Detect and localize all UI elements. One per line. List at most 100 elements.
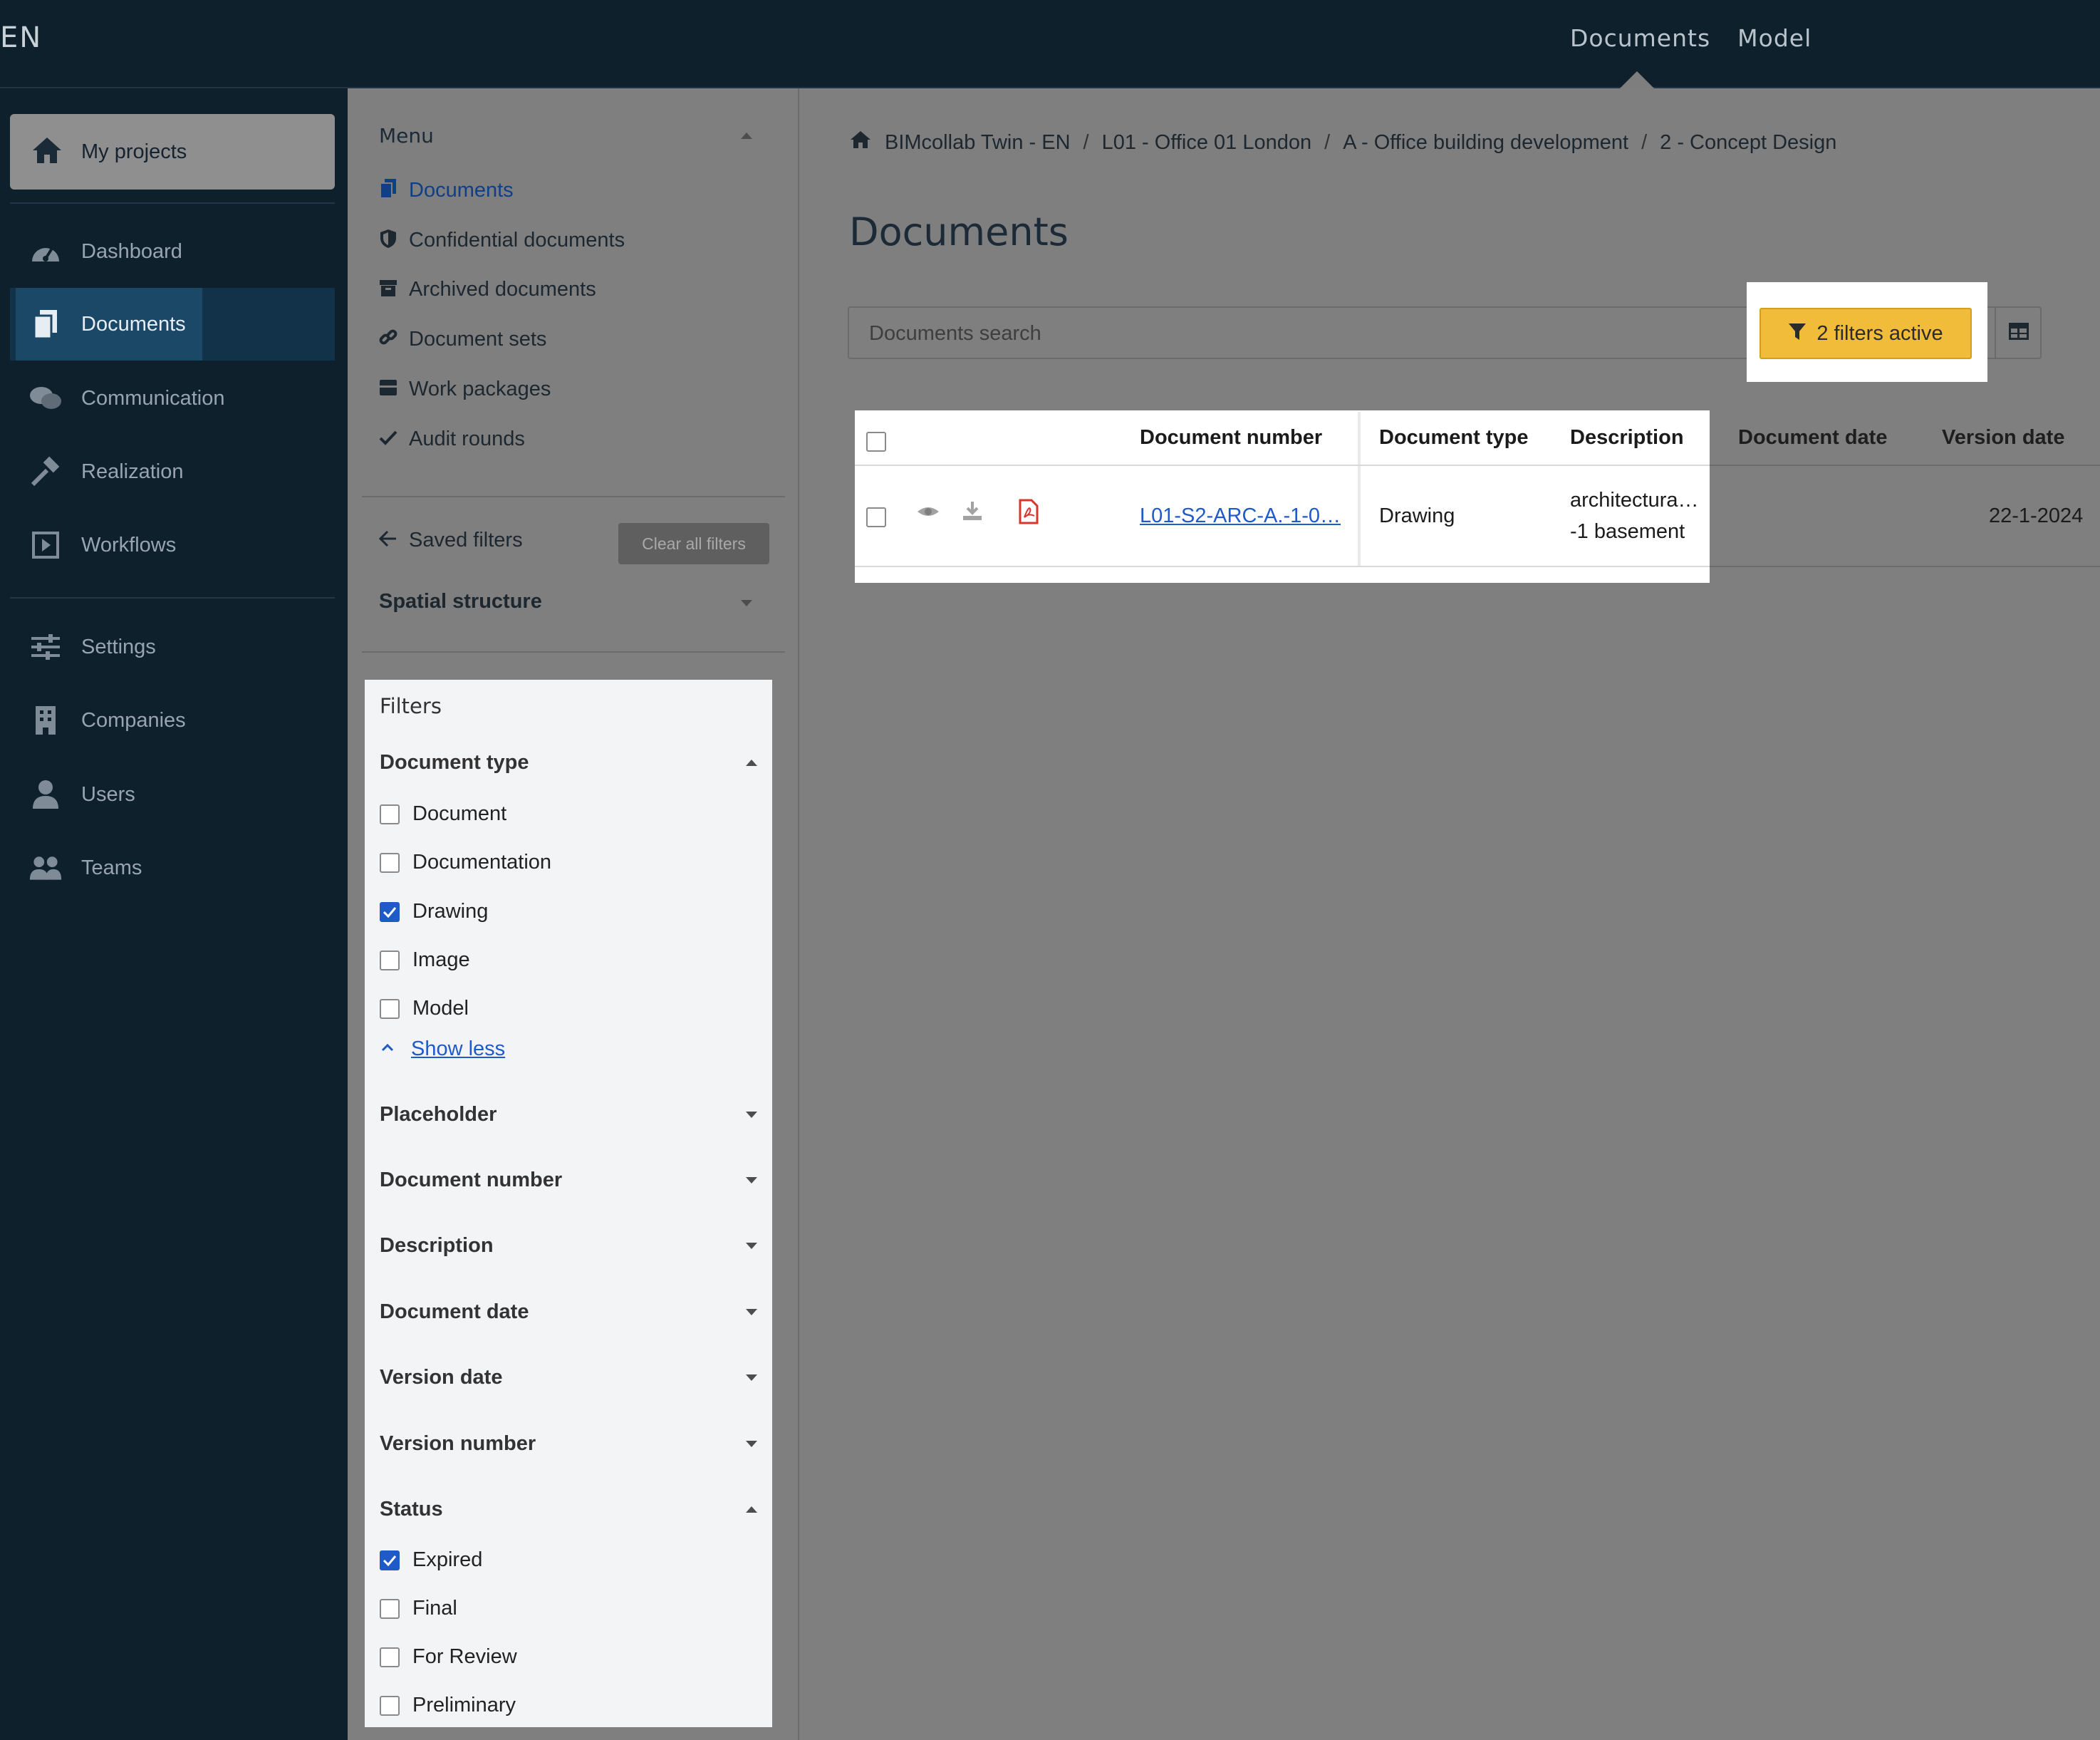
package-icon bbox=[379, 378, 397, 401]
header-divider bbox=[1710, 465, 2100, 466]
filter-option-label: Drawing bbox=[412, 900, 489, 923]
sidebar-item-settings[interactable]: Settings bbox=[10, 611, 335, 683]
home-icon[interactable] bbox=[849, 130, 872, 155]
filter-option-expired[interactable]: Expired bbox=[380, 1548, 482, 1572]
show-less-link[interactable]: Show less bbox=[380, 1037, 505, 1061]
search-placeholder: Documents search bbox=[869, 322, 1041, 345]
description-cell-line1: architectura… bbox=[1570, 489, 1699, 512]
header-divider bbox=[855, 465, 1710, 466]
chevron-up-icon[interactable] bbox=[741, 133, 752, 139]
checkbox[interactable] bbox=[380, 852, 400, 873]
eye-icon[interactable] bbox=[916, 503, 940, 524]
filter-section-document-number[interactable]: Document number bbox=[380, 1169, 757, 1192]
breadcrumb-item[interactable]: A - Office building development bbox=[1343, 131, 1628, 155]
filter-option-document[interactable]: Document bbox=[380, 802, 506, 826]
filter-section-version-number[interactable]: Version number bbox=[380, 1432, 757, 1456]
sidebar-label: Teams bbox=[81, 856, 142, 879]
column-resizer[interactable] bbox=[1358, 412, 1361, 566]
filter-section-label: Description bbox=[380, 1234, 494, 1257]
menu-item-label: Confidential documents bbox=[409, 229, 625, 252]
sidebar-item-communication[interactable]: Communication bbox=[10, 362, 335, 435]
filter-section-placeholder[interactable]: Placeholder bbox=[380, 1103, 757, 1127]
menu-item-work-packages[interactable]: Work packages bbox=[379, 378, 551, 401]
download-icon[interactable] bbox=[962, 500, 983, 525]
filter-option-preliminary[interactable]: Preliminary bbox=[380, 1694, 516, 1717]
nav-divider bbox=[10, 202, 335, 204]
menu-item-audit-rounds[interactable]: Audit rounds bbox=[379, 428, 525, 451]
pdf-file-icon[interactable] bbox=[1019, 499, 1039, 528]
checkbox[interactable] bbox=[380, 950, 400, 970]
menu-item-archived[interactable]: Archived documents bbox=[379, 278, 596, 301]
sidebar-item-workflows[interactable]: Workflows bbox=[10, 509, 335, 581]
filters-active-button[interactable]: 2 filters active bbox=[1759, 308, 1972, 359]
menu-item-label: Work packages bbox=[409, 378, 551, 400]
column-header-document-date[interactable]: Document date bbox=[1738, 426, 1887, 450]
chevron-up-icon bbox=[746, 1506, 757, 1513]
checkbox-checked[interactable] bbox=[380, 1550, 400, 1570]
sidebar-item-realization[interactable]: Realization bbox=[10, 435, 335, 508]
filter-option-for-review[interactable]: For Review bbox=[380, 1645, 517, 1669]
filter-section-label: Placeholder bbox=[380, 1103, 497, 1126]
filter-option-drawing[interactable]: Drawing bbox=[380, 900, 488, 923]
shield-icon bbox=[379, 228, 397, 253]
chevron-down-icon[interactable] bbox=[741, 600, 752, 606]
column-header-document-number[interactable]: Document number bbox=[1140, 426, 1322, 450]
row-checkbox[interactable] bbox=[866, 507, 886, 527]
saved-filters-label: Saved filters bbox=[409, 529, 523, 551]
sidebar-item-dashboard[interactable]: Dashboard bbox=[10, 215, 335, 288]
column-header-version-date[interactable]: Version date bbox=[1942, 426, 2064, 450]
description-cell-line2: -1 basement bbox=[1570, 520, 1685, 543]
table-view-button[interactable] bbox=[1995, 306, 2042, 359]
column-header-document-type[interactable]: Document type bbox=[1379, 426, 1528, 450]
dashboard-icon bbox=[28, 234, 63, 269]
menu-title: Menu bbox=[379, 124, 434, 147]
breadcrumb-item[interactable]: BIMcollab Twin - EN bbox=[885, 131, 1071, 155]
spatial-structure-toggle[interactable]: Spatial structure bbox=[379, 590, 542, 613]
filter-option-documentation[interactable]: Documentation bbox=[380, 851, 551, 874]
filter-section-version-date[interactable]: Version date bbox=[380, 1366, 757, 1389]
top-nav: Documents Model bbox=[1570, 24, 1811, 52]
my-projects-button[interactable]: My projects bbox=[10, 114, 335, 190]
menu-item-document-sets[interactable]: Document sets bbox=[379, 328, 546, 351]
breadcrumb-item[interactable]: 2 - Concept Design bbox=[1660, 131, 1836, 155]
filter-section-label: Document date bbox=[380, 1300, 529, 1323]
checkbox[interactable] bbox=[380, 1647, 400, 1667]
chevron-down-icon bbox=[746, 1177, 757, 1184]
checkbox-checked[interactable] bbox=[380, 901, 400, 922]
document-number-link[interactable]: L01-S2-ARC-A.-1-0… bbox=[1140, 504, 1341, 528]
filter-section-document-date[interactable]: Document date bbox=[380, 1300, 757, 1324]
filter-section-description[interactable]: Description bbox=[380, 1234, 757, 1258]
table-icon bbox=[2008, 322, 2029, 344]
sidebar-item-users[interactable]: Users bbox=[10, 758, 335, 831]
filter-option-model[interactable]: Model bbox=[380, 997, 469, 1020]
checkbox[interactable] bbox=[380, 998, 400, 1019]
app-brand: EN bbox=[0, 21, 43, 54]
sidebar-item-teams[interactable]: Teams bbox=[10, 832, 335, 904]
chevron-down-icon bbox=[746, 1441, 757, 1447]
breadcrumb-item[interactable]: L01 - Office 01 London bbox=[1102, 131, 1312, 155]
filter-option-image[interactable]: Image bbox=[380, 948, 470, 972]
checkbox[interactable] bbox=[380, 1598, 400, 1619]
documents-icon bbox=[28, 307, 63, 341]
filter-section-status[interactable]: Status bbox=[380, 1498, 757, 1521]
saved-filters-link[interactable]: Saved filters bbox=[378, 529, 523, 552]
chat-icon bbox=[28, 381, 63, 415]
menu-item-documents[interactable]: Documents bbox=[379, 178, 514, 203]
breadcrumb-separator: / bbox=[1641, 130, 1648, 154]
topnav-documents[interactable]: Documents bbox=[1570, 24, 1710, 52]
play-square-icon bbox=[28, 528, 63, 562]
filter-option-label: Document bbox=[412, 802, 507, 825]
sidebar-item-companies[interactable]: Companies bbox=[10, 684, 335, 757]
topnav-model[interactable]: Model bbox=[1737, 24, 1811, 52]
menu-item-confidential[interactable]: Confidential documents bbox=[379, 228, 625, 253]
sidebar-item-documents[interactable]: Documents bbox=[10, 288, 335, 361]
hammer-icon bbox=[28, 455, 63, 489]
checkbox[interactable] bbox=[380, 1695, 400, 1716]
select-all-checkbox[interactable] bbox=[866, 432, 886, 452]
checkbox[interactable] bbox=[380, 804, 400, 824]
filter-option-final[interactable]: Final bbox=[380, 1597, 457, 1620]
sidebar-label: Settings bbox=[81, 635, 156, 658]
clear-all-filters-button[interactable]: Clear all filters bbox=[618, 523, 769, 564]
filter-section-document-type[interactable]: Document type bbox=[380, 751, 757, 775]
column-header-description[interactable]: Description bbox=[1570, 426, 1684, 450]
